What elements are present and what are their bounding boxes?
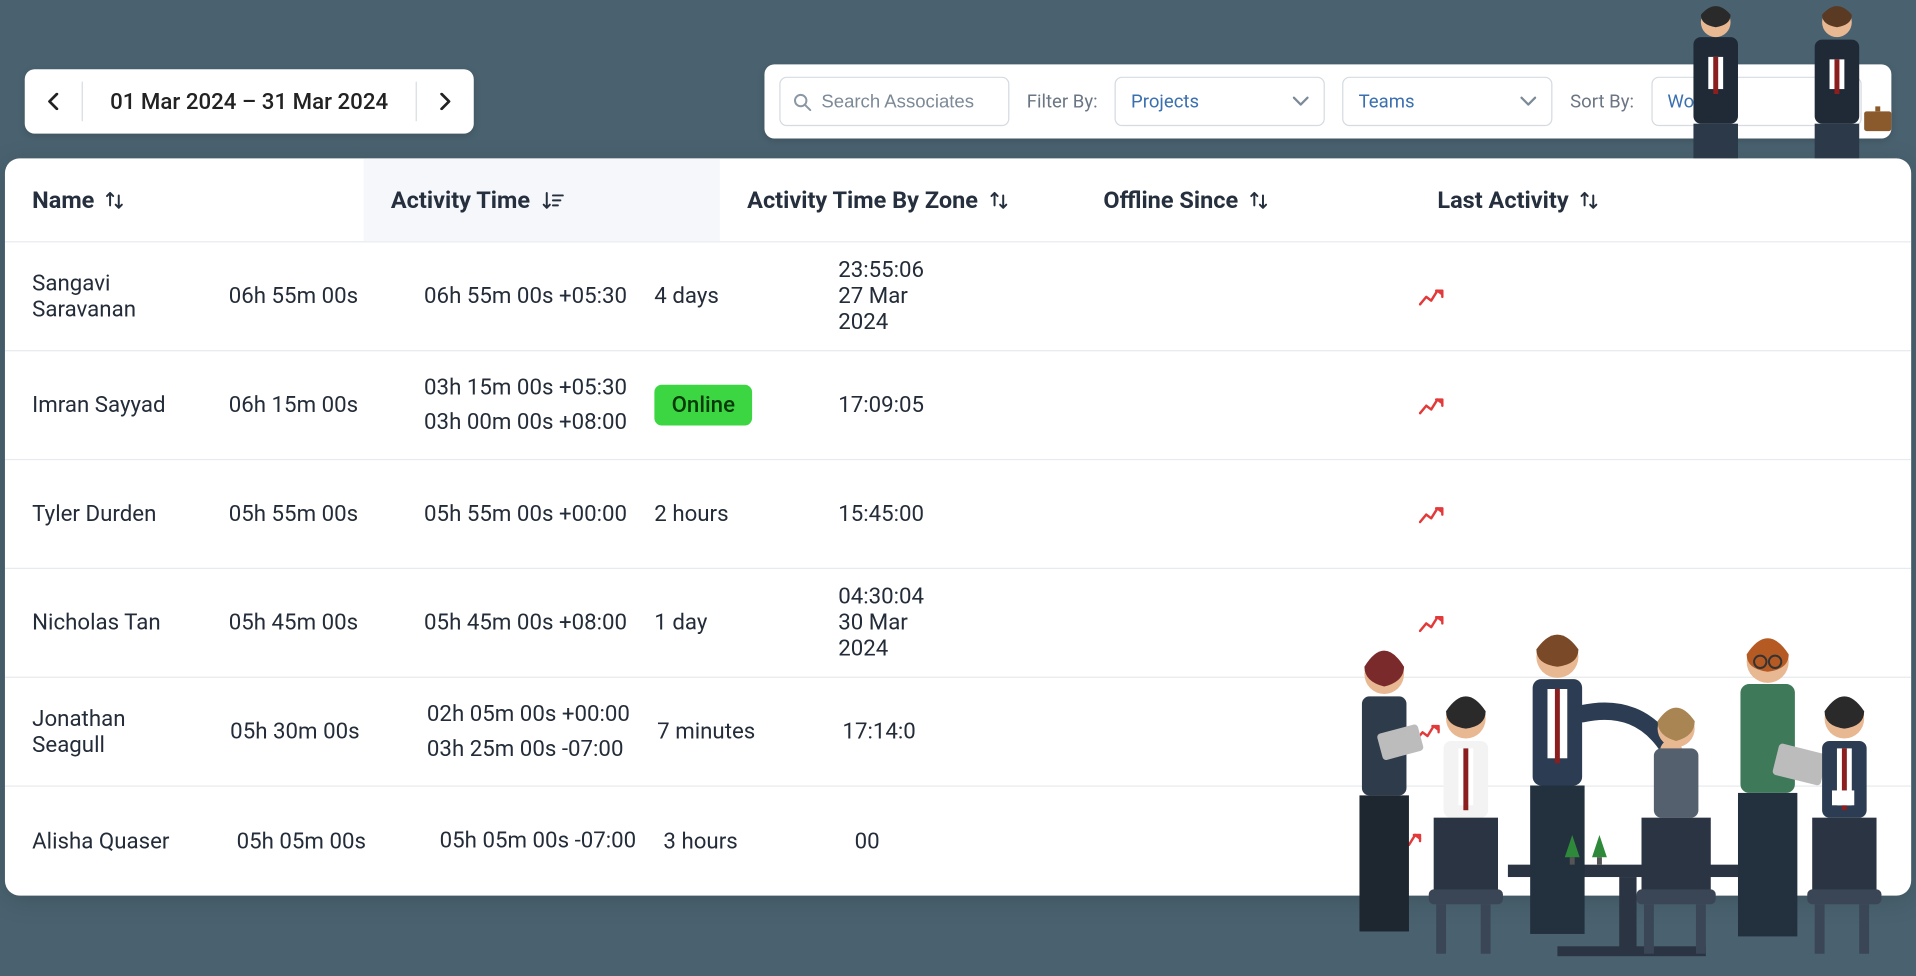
cell-last-activity: 23:55:06 27 Mar 2024 [811, 257, 924, 335]
cell-zone: 05h 45m 00s +08:00 [397, 606, 627, 641]
table-row: Jonathan Seagull05h 30m 00s02h 05m 00s +… [5, 678, 1911, 787]
cell-name: Jonathan Seagull [5, 706, 203, 758]
sort-icon [988, 189, 1010, 211]
cell-offline: 3 hours [636, 828, 827, 854]
column-label: Offline Since [1103, 186, 1238, 214]
table-row: Sangavi Saravanan06h 55m 00s 06h 55m 00s … [5, 242, 1911, 351]
cell-name: Nicholas Tan [5, 610, 202, 636]
chart-icon [1419, 503, 1444, 525]
table-row: Alisha Quaser05h 05m 00s 05h 05m 00s -07:… [5, 787, 1911, 896]
column-header-last-activity[interactable]: Last Activity [1410, 186, 1824, 214]
chevron-left-icon [47, 93, 59, 110]
cell-zone: 02h 05m 00s +00:0003h 25m 00s -07:00 [400, 697, 630, 766]
next-period-button[interactable] [417, 69, 474, 133]
search-box[interactable] [779, 77, 1009, 126]
table-row: Imran Sayyad06h 15m 00s03h 15m 00s +05:3… [5, 351, 1911, 460]
cell-zone: 03h 15m 00s +05:3003h 00m 00s +08:00 [397, 371, 627, 440]
cell-name: Alisha Quaser [5, 828, 209, 854]
column-header-zone[interactable]: Activity Time By Zone [720, 186, 1076, 214]
cell-offline: 1 day [627, 610, 811, 636]
filter-by-label: Filter By: [1027, 90, 1098, 112]
cell-last-activity: 04:30:04 30 Mar 2024 [811, 584, 924, 662]
cell-activity-time: 05h 30m 00s [203, 719, 400, 745]
chevron-down-icon [1293, 96, 1309, 106]
projects-dropdown-value: Projects [1131, 90, 1199, 112]
cell-offline: 2 hours [627, 501, 811, 527]
projects-dropdown[interactable]: Projects [1115, 77, 1325, 126]
zone-line: 02h 05m 00s +00:00 [427, 697, 630, 732]
date-range-picker: 01 Mar 2024 – 31 Mar 2024 [25, 69, 474, 133]
column-header-activity-time[interactable]: Activity Time [364, 158, 720, 241]
cell-activity-time: 05h 45m 00s [202, 610, 397, 636]
search-input[interactable] [821, 91, 995, 112]
cell-activity-time: 05h 55m 00s [202, 501, 397, 527]
column-header-offline[interactable]: Offline Since [1076, 186, 1410, 214]
zone-line: 03h 15m 00s +05:30 [424, 371, 627, 406]
chart-icon [1419, 394, 1444, 416]
chevron-right-icon [439, 93, 451, 110]
table-header: Name Activity Time Activity Time By Zone… [5, 158, 1911, 242]
zone-line: 05h 05m 00s -07:00 [440, 824, 637, 859]
sort-icon [1579, 189, 1601, 211]
table-body: Sangavi Saravanan06h 55m 00s 06h 55m 00s … [5, 242, 1911, 895]
cell-offline: Online [627, 385, 811, 426]
sort-dropdown-value: Working [1667, 90, 1735, 112]
cell-zone: 06h 55m 00s +05:30 [397, 279, 627, 314]
date-range-label[interactable]: 01 Mar 2024 – 31 Mar 2024 [83, 88, 415, 114]
row-chart-button[interactable] [924, 285, 1911, 307]
cell-activity-time: 06h 15m 00s [202, 392, 397, 418]
column-header-name[interactable]: Name [5, 186, 364, 214]
chart-icon [1419, 285, 1444, 307]
zone-line: 03h 00m 00s +08:00 [424, 405, 627, 440]
cell-offline: 7 minutes [630, 719, 815, 745]
teams-dropdown[interactable]: Teams [1343, 77, 1553, 126]
table-row: Tyler Durden05h 55m 00s 05h 55m 00s +00:0… [5, 460, 1911, 569]
row-chart-button[interactable] [916, 721, 1911, 743]
sort-icon [1248, 189, 1270, 211]
zone-line: 05h 45m 00s +08:00 [424, 606, 627, 641]
chart-icon [1415, 721, 1440, 743]
associates-table: Name Activity Time Activity Time By Zone… [5, 158, 1911, 895]
prev-period-button[interactable] [25, 69, 82, 133]
chevron-down-icon [1829, 96, 1845, 106]
cell-name: Imran Sayyad [5, 392, 202, 418]
sort-dropdown[interactable]: Working [1651, 77, 1861, 126]
sort-icon [104, 189, 126, 211]
cell-activity-time: 06h 55m 00s [202, 283, 397, 309]
sort-desc-icon [540, 189, 565, 211]
search-icon [793, 92, 812, 111]
cell-name: Tyler Durden [5, 501, 202, 527]
cell-last-activity: 17:09:05 [811, 392, 924, 418]
sort-by-label: Sort By: [1570, 90, 1634, 112]
filter-bar: Filter By: Projects Teams Sort By: Worki… [764, 64, 1891, 138]
column-label: Last Activity [1437, 186, 1568, 214]
table-row: Nicholas Tan05h 45m 00s 05h 45m 00s +08:0… [5, 569, 1911, 678]
zone-line: 06h 55m 00s +05:30 [424, 279, 627, 314]
row-chart-button[interactable] [880, 830, 1912, 852]
zone-line: 03h 25m 00s -07:00 [427, 732, 630, 767]
cell-last-activity: 00 [827, 828, 879, 854]
column-label: Activity Time By Zone [747, 186, 978, 214]
cell-offline: 4 days [627, 283, 811, 309]
teams-dropdown-value: Teams [1359, 90, 1415, 112]
cell-last-activity: 17:14:0 [815, 719, 916, 745]
online-badge: Online [654, 385, 752, 426]
cell-activity-time: 05h 05m 00s [209, 828, 412, 854]
row-chart-button[interactable] [924, 503, 1911, 525]
column-label: Activity Time [391, 186, 530, 214]
row-chart-button[interactable] [924, 394, 1911, 416]
chart-icon [1397, 830, 1422, 852]
cell-name: Sangavi Saravanan [5, 270, 202, 322]
row-chart-button[interactable] [924, 612, 1911, 634]
cell-zone: 05h 05m 00s -07:00 [412, 824, 636, 859]
column-label: Name [32, 186, 94, 214]
chevron-down-icon [1521, 96, 1537, 106]
zone-line: 05h 55m 00s +00:00 [424, 497, 627, 532]
cell-last-activity: 15:45:00 [811, 501, 924, 527]
cell-zone: 05h 55m 00s +00:00 [397, 497, 627, 532]
chart-icon [1419, 612, 1444, 634]
